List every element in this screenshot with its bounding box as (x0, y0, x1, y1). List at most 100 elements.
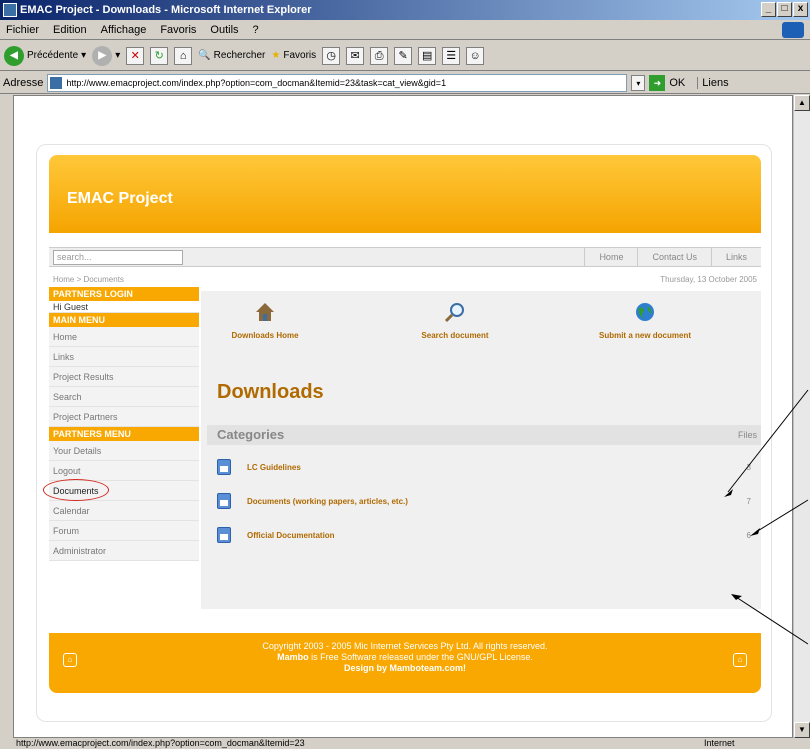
categories-label: Categories (217, 427, 285, 442)
menu-edit[interactable]: Edition (53, 20, 87, 39)
search-button[interactable]: 🔍 Rechercher (198, 50, 265, 61)
site-container: EMAC Project search... Home Contact Us L… (36, 144, 772, 722)
category-count: 7 (746, 497, 751, 506)
window-title: EMAC Project - Downloads - Microsoft Int… (20, 4, 312, 16)
submit-document-button[interactable]: Submit a new document (585, 301, 705, 340)
search-icon: 🔍 (198, 50, 211, 61)
search-document-button[interactable]: Search document (395, 301, 515, 340)
category-name[interactable]: Documents (working papers, articles, etc… (247, 491, 408, 513)
sidebar-item-project-partners[interactable]: Project Partners (49, 407, 199, 427)
go-button[interactable]: OK (669, 77, 685, 89)
downloads-home-label: Downloads Home (231, 331, 299, 340)
favorites-label: Favoris (283, 50, 317, 61)
footer-right-icon: ⌂ (733, 653, 747, 667)
category-row[interactable]: Official Documentation 6 (217, 525, 761, 547)
url-text: http://www.emacproject.com/index.php?opt… (66, 77, 447, 88)
sidebar: PARTNERS LOGIN Hi Guest MAIN MENU Home L… (43, 287, 199, 561)
mambo-link[interactable]: Mambo (277, 652, 309, 662)
globe-icon (636, 303, 654, 321)
sidebar-item-project-results[interactable]: Project Results (49, 367, 199, 387)
license-text: is Free Software released under the GNU/… (308, 652, 533, 662)
back-button[interactable]: ◀ Précédente ▾ (4, 45, 86, 66)
edit-icon[interactable]: ✎ (394, 46, 413, 65)
stop-icon[interactable]: ✕ (126, 46, 145, 65)
links-button[interactable]: Liens (697, 76, 729, 89)
sidebar-item-search[interactable]: Search (49, 387, 199, 407)
refresh-icon[interactable]: ↻ (150, 46, 169, 65)
design-credit[interactable]: Design by Mamboteam.com! (344, 663, 466, 673)
category-count: 6 (746, 531, 751, 540)
categories-header: Categories Files (207, 425, 761, 445)
files-column-label: Files (737, 430, 757, 440)
category-row[interactable]: LC Guidelines 3 (217, 457, 761, 479)
folder-icon (217, 493, 231, 509)
minimize-button[interactable]: _ (761, 2, 776, 17)
current-date: Thursday, 13 October 2005 (660, 275, 757, 284)
main-menu-heading: MAIN MENU (49, 313, 199, 327)
forward-arrow-icon: ▶ (92, 45, 113, 66)
sidebar-item-links[interactable]: Links (49, 347, 199, 367)
top-link-links[interactable]: Links (710, 248, 761, 266)
menu-view[interactable]: Affichage (101, 20, 147, 39)
forward-button[interactable]: ▶ ▾ (92, 45, 120, 66)
category-name[interactable]: Official Documentation (247, 525, 335, 547)
mail-icon[interactable]: ✉ (346, 46, 365, 65)
sidebar-item-administrator[interactable]: Administrator (49, 541, 199, 561)
discuss-icon[interactable]: ☰ (442, 46, 461, 65)
vertical-scrollbar[interactable]: ▲ ▼ (793, 95, 810, 738)
scroll-down-icon[interactable]: ▼ (794, 722, 810, 738)
greeting: Hi Guest (49, 301, 199, 313)
site-header: EMAC Project (49, 155, 761, 233)
page-viewport: EMAC Project search... Home Contact Us L… (13, 95, 793, 738)
page-icon (50, 76, 63, 89)
sidebar-item-home[interactable]: Home (49, 327, 199, 347)
home-icon[interactable]: ⌂ (174, 46, 193, 65)
menu-favorites[interactable]: Favoris (160, 20, 196, 39)
maximize-button[interactable]: □ (777, 2, 792, 17)
sidebar-item-documents[interactable]: Documents (43, 479, 199, 501)
category-name[interactable]: LC Guidelines (247, 457, 301, 479)
url-input[interactable]: http://www.emacproject.com/index.php?opt… (47, 73, 628, 92)
address-label: Adresse (3, 76, 44, 89)
menu-tools[interactable]: Outils (210, 20, 238, 39)
messenger-icon[interactable]: ☺ (466, 46, 485, 65)
search-label: Rechercher (213, 50, 266, 61)
site-search-input[interactable]: search... (53, 250, 183, 265)
main-content: Downloads Home Search document Submit a … (201, 291, 761, 609)
sidebar-item-your-details[interactable]: Your Details (49, 441, 199, 461)
history-icon[interactable]: ◷ (322, 46, 341, 65)
menu-bar: Fichier Edition Affichage Favoris Outils… (0, 20, 810, 40)
sidebar-item-logout[interactable]: Logout (49, 461, 199, 481)
ie-logo-icon (782, 22, 804, 38)
star-icon: ★ (271, 50, 281, 61)
favorites-button[interactable]: ★ Favoris (271, 50, 316, 61)
submit-document-label: Submit a new document (598, 331, 691, 340)
menu-file[interactable]: Fichier (6, 20, 39, 39)
site-logo[interactable]: EMAC Project (67, 190, 173, 208)
category-count: 3 (746, 463, 751, 472)
footer-left-icon: ⌂ (63, 653, 77, 667)
docman-icon-row: Downloads Home Search document Submit a … (201, 301, 761, 351)
page-title: Downloads (217, 381, 324, 403)
folder-icon (217, 459, 231, 475)
security-zone: Internet (704, 738, 735, 748)
print-icon[interactable]: ⎙ (370, 46, 389, 65)
go-arrow-icon[interactable]: ➜ (649, 74, 666, 91)
site-footer: ⌂ Copyright 2003 - 2005 Mic Internet Ser… (49, 633, 761, 693)
magnifier-icon (444, 303, 464, 323)
sidebar-item-forum[interactable]: Forum (49, 521, 199, 541)
downloads-home-button[interactable]: Downloads Home (205, 301, 325, 340)
top-link-home[interactable]: Home (584, 248, 637, 266)
folder-icon[interactable]: ▤ (418, 46, 437, 65)
close-button[interactable]: x (793, 2, 808, 17)
breadcrumb[interactable]: Home > Documents (53, 273, 124, 287)
category-row[interactable]: Documents (working papers, articles, etc… (217, 491, 761, 513)
dropdown-icon[interactable]: ▾ (631, 74, 646, 91)
address-bar: Adresse http://www.emacproject.com/index… (0, 72, 810, 94)
partners-login-heading: PARTNERS LOGIN (49, 287, 199, 301)
sidebar-item-calendar[interactable]: Calendar (49, 501, 199, 521)
menu-help[interactable]: ? (253, 20, 259, 39)
top-link-contact[interactable]: Contact Us (637, 248, 711, 266)
scroll-up-icon[interactable]: ▲ (794, 95, 810, 111)
folder-icon (217, 527, 231, 543)
